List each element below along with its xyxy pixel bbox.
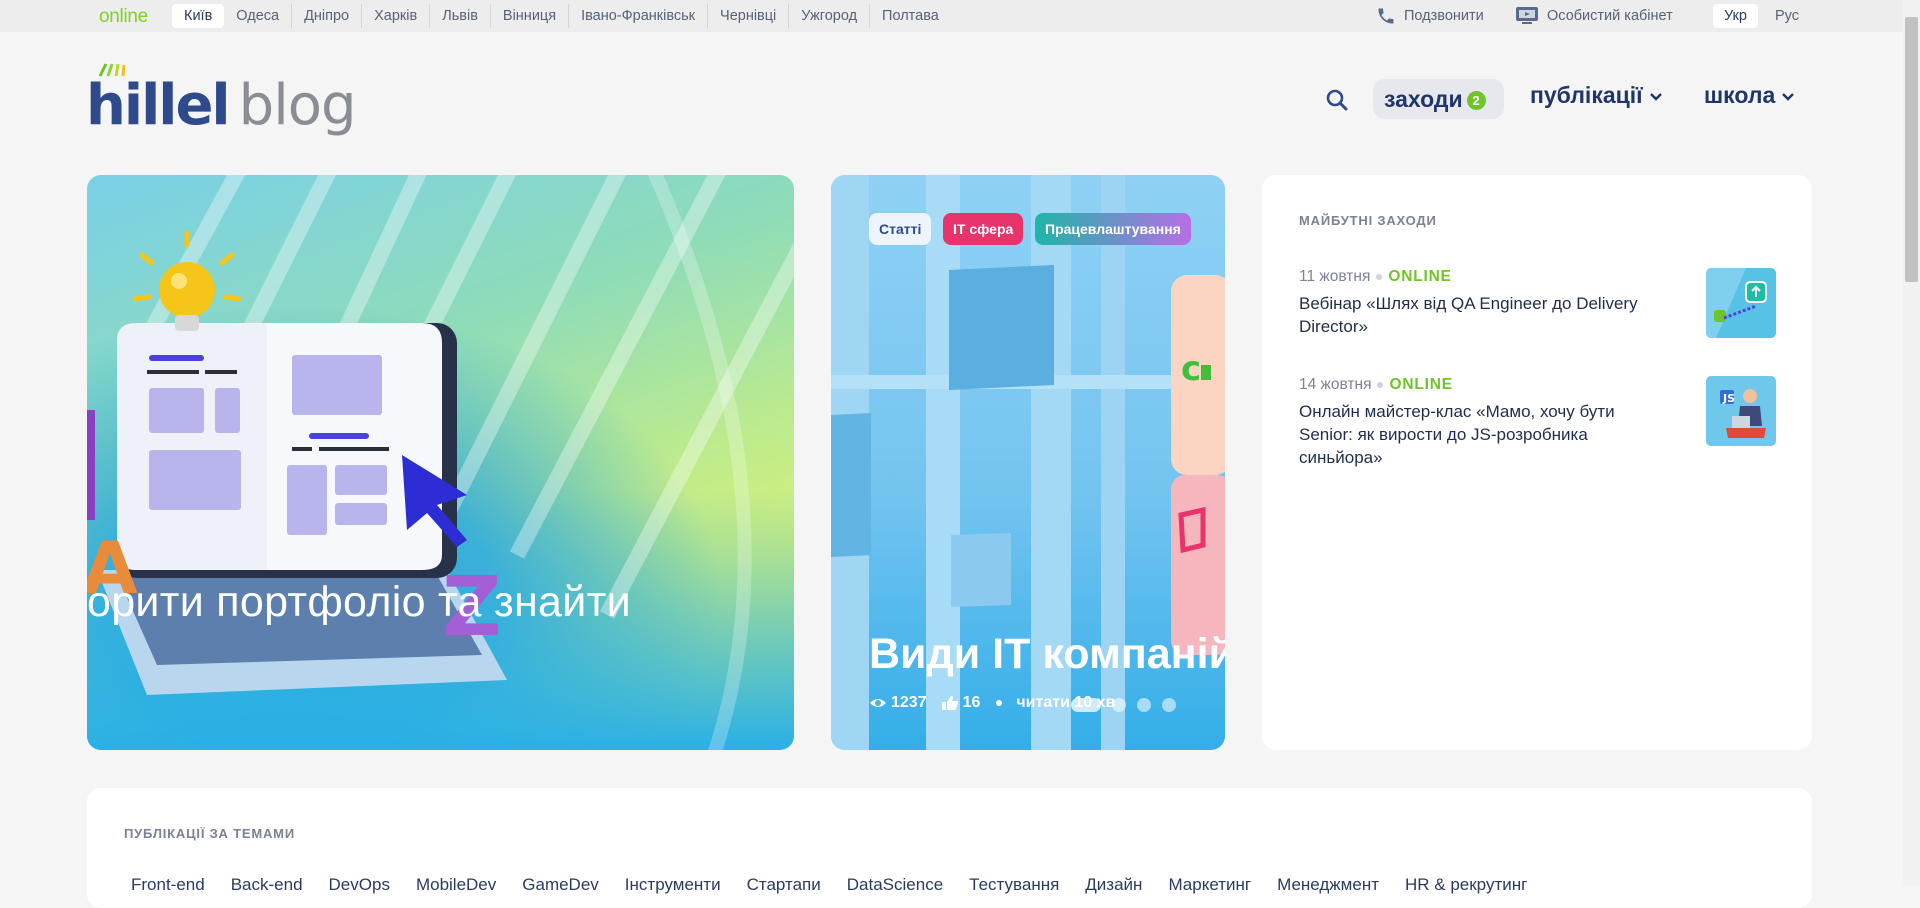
svg-text:JS: JS: [1722, 392, 1735, 405]
topic-list: Front-end Back-end DevOps MobileDev Game…: [131, 875, 1553, 895]
topics-panel: ПУБЛІКАЦІЇ ЗА ТЕМАМИ Front-end Back-end …: [87, 788, 1812, 908]
city-ivano-frankivsk[interactable]: Івано-Франківськ: [569, 4, 709, 28]
upcoming-events-panel: МАЙБУТНІ ЗАХОДИ 11 жовтня ONLINE Вебінар…: [1262, 175, 1812, 750]
event-item[interactable]: 11 жовтня ONLINE Вебінар «Шлях від QA En…: [1299, 268, 1776, 338]
call-label: Подзвонити: [1404, 8, 1484, 24]
events-count-badge: 2: [1466, 90, 1486, 110]
nav-publications-label: публікації: [1530, 82, 1643, 108]
slider-dot[interactable]: [1112, 698, 1126, 712]
city-lviv[interactable]: Львів: [430, 4, 491, 28]
slider-dot[interactable]: [1162, 698, 1176, 712]
topic-link[interactable]: GameDev: [522, 875, 599, 895]
topic-link[interactable]: Стартапи: [747, 875, 821, 895]
hero-active-title: Види IT компаній: [869, 630, 1225, 678]
topics-heading: ПУБЛІКАЦІЇ ЗА ТЕМАМИ: [124, 826, 295, 841]
event-meta: 11 жовтня ONLINE: [1299, 268, 1776, 286]
nav-school-label: школа: [1704, 82, 1776, 108]
cabinet-link[interactable]: Особистий кабінет: [1515, 4, 1673, 28]
event-meta: 14 жовтня ONLINE: [1299, 376, 1776, 394]
likes-stat: 16: [941, 694, 981, 712]
topic-link[interactable]: HR & рекрутинг: [1405, 875, 1527, 895]
slider-dot[interactable]: [1071, 698, 1101, 712]
page-scrollbar[interactable]: [1903, 0, 1920, 885]
online-link[interactable]: online: [99, 6, 148, 28]
topic-link[interactable]: Дизайн: [1085, 875, 1142, 895]
city-vinnytsia[interactable]: Вінниця: [491, 4, 570, 28]
tag-articles[interactable]: Статті: [869, 213, 932, 245]
topic-link[interactable]: Front-end: [131, 875, 205, 895]
top-bar: online Київ Одеса Дніпро Харків Львів Ві…: [0, 0, 1920, 32]
city-kyiv[interactable]: Київ: [172, 4, 225, 28]
topic-link[interactable]: Інструменти: [625, 875, 721, 895]
city-list: Київ Одеса Дніпро Харків Львів Вінниця І…: [172, 4, 951, 28]
event-item[interactable]: 14 жовтня ONLINE Онлайн майстер-клас «Ма…: [1299, 376, 1776, 469]
stats-separator: [996, 700, 1003, 706]
topic-link[interactable]: DataScience: [847, 875, 943, 895]
event-thumbnail-image: JS: [1706, 376, 1776, 446]
slider-dots: [1071, 698, 1187, 712]
hero-prev-title: орити портфоліо та знайти: [87, 578, 631, 626]
city-dnipro[interactable]: Дніпро: [292, 4, 363, 28]
phone-icon: [1378, 8, 1394, 24]
city-odesa[interactable]: Одеса: [224, 4, 293, 28]
event-title[interactable]: Онлайн майстер-клас «Мамо, хочу бути Sen…: [1299, 400, 1669, 469]
topic-link[interactable]: MobileDev: [416, 875, 496, 895]
city-chernivtsi[interactable]: Чернівці: [708, 4, 790, 28]
event-thumbnail[interactable]: [1706, 268, 1776, 338]
nav-events[interactable]: заходи 2: [1373, 79, 1504, 119]
event-title[interactable]: Вебінар «Шлях від QA Engineer до Deliver…: [1299, 292, 1669, 338]
topic-link[interactable]: Менеджмент: [1277, 875, 1379, 895]
hillel-blog-logo[interactable]: hillel blog: [86, 63, 357, 138]
topic-link[interactable]: DevOps: [329, 875, 390, 895]
svg-text:c: c: [1181, 349, 1201, 389]
monitor-icon: [1516, 7, 1538, 24]
events-heading: МАЙБУТНІ ЗАХОДИ: [1299, 213, 1437, 228]
eye-icon: [870, 699, 886, 707]
event-date: 14 жовтня: [1299, 376, 1372, 393]
views-count: 1237: [891, 694, 927, 711]
slider-dot[interactable]: [1137, 698, 1151, 712]
views-stat: 1237: [869, 694, 927, 712]
event-thumbnail[interactable]: JS: [1706, 376, 1776, 446]
event-format: ONLINE: [1388, 268, 1452, 285]
chevron-down-icon: [1782, 93, 1795, 101]
city-poltava[interactable]: Полтава: [870, 4, 951, 28]
nav-events-label: заходи: [1384, 85, 1463, 112]
topic-link[interactable]: Тестування: [969, 875, 1059, 895]
nav-school[interactable]: школа: [1704, 82, 1795, 109]
event-format: ONLINE: [1389, 376, 1453, 393]
lang-rus[interactable]: Рус: [1764, 4, 1810, 28]
topic-link[interactable]: Маркетинг: [1168, 875, 1251, 895]
search-icon[interactable]: [1325, 88, 1349, 112]
logo-hillel-text: hillel: [86, 73, 231, 138]
logo-sun-icon: [98, 63, 126, 77]
tag-employment[interactable]: Працевлаштування: [1035, 213, 1191, 245]
likes-count: 16: [962, 694, 981, 711]
topic-link[interactable]: Back-end: [231, 875, 303, 895]
event-thumbnail-image: [1706, 268, 1776, 338]
call-link[interactable]: Подзвонити: [1376, 4, 1484, 28]
logo-blog-text: blog: [238, 73, 357, 138]
hero-slide-prev[interactable]: A Z орити портфоліо та знайти: [87, 175, 794, 750]
event-date: 11 жовтня: [1299, 268, 1371, 285]
chevron-down-icon: [1649, 93, 1662, 101]
scrollbar-thumb[interactable]: [1905, 17, 1918, 282]
nav-publications[interactable]: публікації: [1530, 82, 1663, 109]
cabinet-label: Особистий кабінет: [1547, 8, 1673, 24]
portfolio-illustration: A Z: [87, 175, 794, 750]
lang-ukr[interactable]: Укр: [1713, 4, 1758, 28]
city-kharkiv[interactable]: Харків: [362, 4, 431, 28]
tag-it-sphere[interactable]: IT сфера: [943, 213, 1024, 245]
city-uzhhorod[interactable]: Ужгород: [789, 4, 871, 28]
hero-slide-active[interactable]: c Статті IT сфера Працевлаштування Види …: [831, 175, 1225, 750]
thumbs-up-icon: [941, 696, 958, 710]
